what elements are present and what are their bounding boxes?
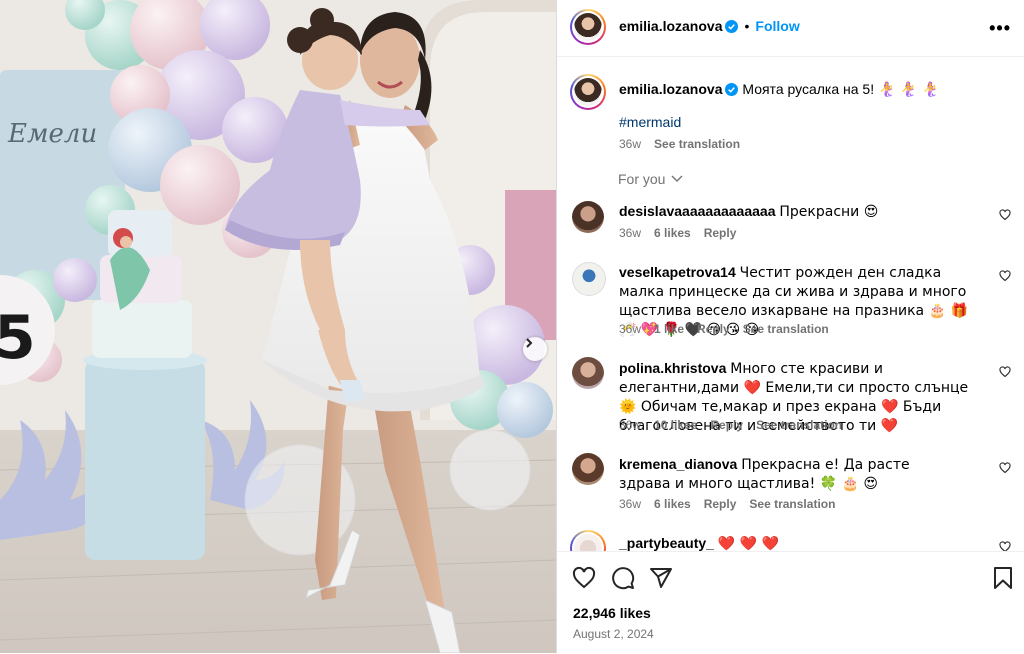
bookmark-icon[interactable] <box>992 566 1014 590</box>
comment-see-translation[interactable]: See translation <box>743 322 829 336</box>
for-you-label: For you <box>618 171 666 187</box>
hashtag-link[interactable]: #mermaid <box>619 113 681 131</box>
heart-icon[interactable] <box>999 366 1011 378</box>
photo-illustration: Емели 5 <box>0 0 556 653</box>
caption-text: Моята русалка на 5! <box>742 81 875 97</box>
comment-body: kremena_dianova Прекрасна е! Да расте зд… <box>619 455 959 493</box>
separator-dot: • <box>744 18 750 34</box>
wall-name-text: Емели <box>7 119 97 149</box>
commenter-avatar[interactable] <box>570 530 606 551</box>
post-actions: 22,946 likes August 2, 2024 <box>557 551 1024 654</box>
comment-see-translation[interactable]: See translation <box>749 497 835 511</box>
post-side-panel: emilia.lozanova • Follow ••• emilia.lozano… <box>556 0 1024 653</box>
verified-badge-icon <box>725 20 739 33</box>
comment-time: 36w <box>619 418 642 432</box>
comment-time: 36w <box>619 497 642 511</box>
heart-icon[interactable] <box>999 209 1011 221</box>
heart-icon[interactable] <box>999 462 1011 474</box>
comment-username[interactable]: polina.khristova <box>619 360 726 376</box>
comment-likes[interactable]: 1 like <box>654 322 684 336</box>
chevron-right-icon <box>526 338 533 348</box>
next-photo-button[interactable] <box>523 337 547 361</box>
for-you-toggle[interactable]: For you <box>618 171 683 187</box>
comment-meta: 36w 1 like Reply See translation <box>619 322 842 336</box>
heart-icon[interactable] <box>572 566 596 590</box>
comment-icon[interactable] <box>611 566 635 590</box>
chevron-down-icon <box>671 175 683 182</box>
comment-likes[interactable]: 6 likes <box>654 226 691 240</box>
comments-section[interactable]: emilia.lozanova Моята русалка на 5! 🧜‍♀️… <box>557 57 1023 551</box>
comment-time: 36w <box>619 322 642 336</box>
comment-meta: 36w 6 likes Reply <box>619 226 749 240</box>
comment-see-translation[interactable]: See translation <box>756 418 842 432</box>
caption-meta: 36w See translation <box>619 137 753 151</box>
comment-meta: 36w 10 likes Reply See translation <box>619 418 855 432</box>
comment-username[interactable]: kremena_dianova <box>619 456 737 472</box>
comment-reply-button[interactable]: Reply <box>704 497 737 511</box>
heart-icon[interactable] <box>999 270 1011 282</box>
caption-see-translation[interactable]: See translation <box>654 137 740 151</box>
comment-username[interactable]: _partybeauty_ <box>619 535 714 551</box>
comment-body: _partybeauty_ ❤️ ❤️ ❤️ <box>619 534 979 551</box>
heart-icon[interactable] <box>999 541 1011 551</box>
author-avatar[interactable] <box>570 9 606 45</box>
comment-reply-button[interactable]: Reply <box>697 322 730 336</box>
comment-username[interactable]: veselkapetrova14 <box>619 264 736 280</box>
commenter-avatar[interactable] <box>572 262 606 296</box>
comment-time: 36w <box>619 226 642 240</box>
comment-text: ❤️ ❤️ ❤️ <box>717 536 780 551</box>
comment-body: desislavaaaaaaaaaaaaa Прекрасни 😍 <box>619 202 994 221</box>
caption-emoji: 🧜‍♀️ 🧜‍♀️ 🧜‍♀️ <box>878 82 940 98</box>
author-username[interactable]: emilia.lozanova <box>619 18 722 34</box>
caption-avatar[interactable] <box>570 74 606 110</box>
commenter-avatar[interactable] <box>572 453 604 485</box>
post-photo[interactable]: Емели 5 <box>0 0 556 653</box>
comment-meta: 36w 6 likes Reply See translation <box>619 497 848 511</box>
comment-likes[interactable]: 6 likes <box>654 497 691 511</box>
cake-number-text: 5 <box>0 303 36 373</box>
commenter-avatar[interactable] <box>572 201 604 233</box>
caption-time: 36w <box>619 137 642 151</box>
post-header: emilia.lozanova • Follow ••• <box>557 0 1024 57</box>
caption: emilia.lozanova Моята русалка на 5! 🧜‍♀️… <box>619 80 999 99</box>
follow-button[interactable]: Follow <box>755 18 799 34</box>
more-options-icon[interactable]: ••• <box>989 18 1011 39</box>
share-icon[interactable] <box>649 566 673 590</box>
comment-reply-button[interactable]: Reply <box>704 226 737 240</box>
comment-likes[interactable]: 10 likes <box>654 418 697 432</box>
commenter-avatar[interactable] <box>572 357 604 389</box>
post-date: August 2, 2024 <box>573 627 654 641</box>
likes-count[interactable]: 22,946 likes <box>573 605 651 621</box>
caption-username[interactable]: emilia.lozanova <box>619 81 722 97</box>
comment-text: Прекрасни 😍 <box>779 204 879 220</box>
comment-username[interactable]: desislavaaaaaaaaaaaaa <box>619 203 775 219</box>
comment-reply-button[interactable]: Reply <box>710 418 743 432</box>
verified-badge-icon <box>725 83 739 96</box>
